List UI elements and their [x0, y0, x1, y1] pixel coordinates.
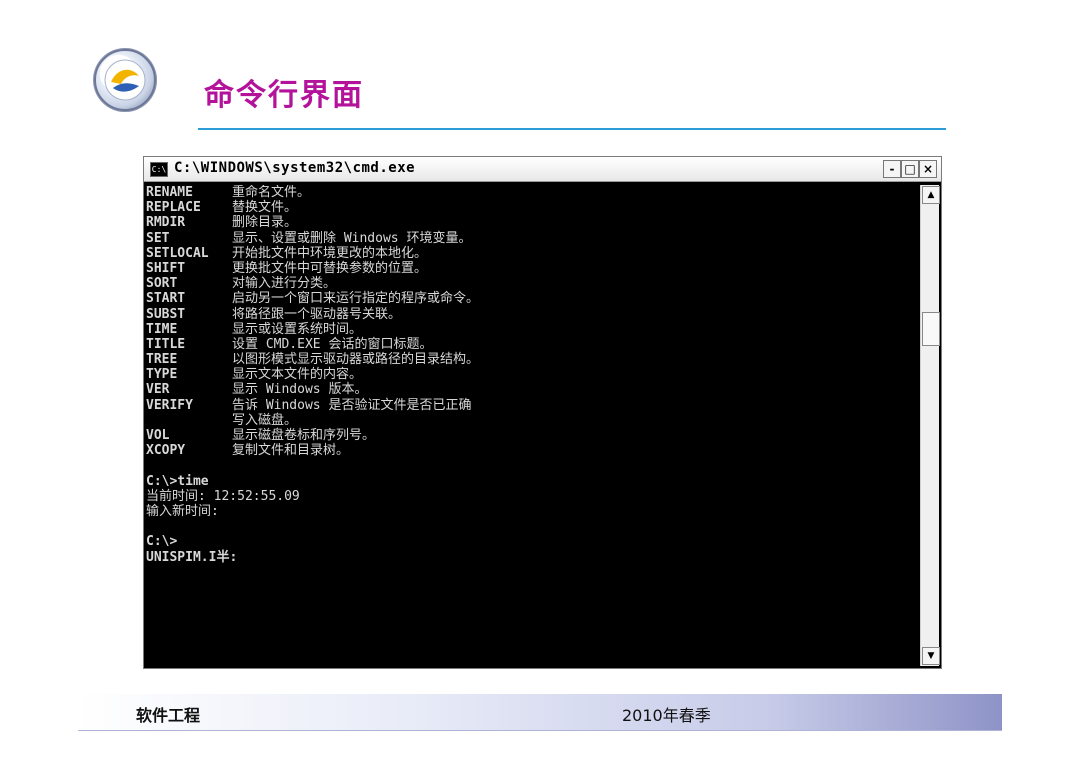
console-row: VOL 显示磁盘卷标和序列号。	[146, 428, 916, 443]
command-name: SET	[146, 230, 170, 246]
console-row: START 启动另一个窗口来运行指定的程序或命令。	[146, 291, 916, 306]
command-description: 对输入进行分类。	[232, 276, 337, 292]
command-name: VERIFY	[146, 397, 193, 413]
command-description: 写入磁盘。	[232, 412, 298, 428]
command-name: SORT	[146, 276, 178, 292]
vertical-scrollbar[interactable]: ▲ ▼	[920, 185, 940, 666]
semester-label: 2010年春季	[622, 706, 711, 725]
scroll-up-button[interactable]: ▲	[922, 186, 940, 204]
command-description: 显示磁盘卷标和序列号。	[232, 428, 376, 443]
console-input-line[interactable]: UNISPIM.I半:	[146, 550, 916, 565]
command-name: VOL	[146, 428, 170, 443]
command-description: 删除目录。	[232, 215, 298, 231]
title-divider	[198, 128, 946, 130]
command-description: 显示文本文件的内容。	[232, 367, 363, 383]
cmd-window[interactable]: C:\ C:\WINDOWS\system32\cmd.exe - □ × RE…	[143, 156, 942, 669]
console-row: SETLOCAL 开始批文件中环境更改的本地化。	[146, 246, 916, 261]
console-row: SUBST 将路径跟一个驱动器号关联。	[146, 307, 916, 322]
cmd-icon: C:\	[150, 162, 168, 177]
command-name: TREE	[146, 352, 178, 368]
command-description: 重命名文件。	[232, 185, 311, 200]
command-name: VER	[146, 382, 170, 398]
command-description: 设置 CMD.EXE 会话的窗口标题。	[232, 336, 433, 352]
command-description: 告诉 Windows 是否验证文件是否已正确	[232, 397, 472, 413]
page-title: 命令行界面	[204, 78, 364, 113]
command-description: 替换文件。	[232, 200, 298, 216]
command-name: RMDIR	[146, 215, 186, 231]
command-description: 开始批文件中环境更改的本地化。	[232, 245, 428, 261]
window-titlebar[interactable]: C:\ C:\WINDOWS\system32\cmd.exe - □ ×	[144, 157, 941, 182]
minimize-button[interactable]: -	[883, 160, 901, 178]
maximize-button[interactable]: □	[901, 160, 919, 178]
command-name: TITLE	[146, 336, 186, 352]
command-description: 显示 Windows 版本。	[232, 382, 368, 398]
command-name: SUBST	[146, 306, 186, 322]
console-row: VERIFY 告诉 Windows 是否验证文件是否已正确	[146, 398, 916, 413]
console-row: VER 显示 Windows 版本。	[146, 382, 916, 397]
command-name: SHIFT	[146, 260, 186, 276]
command-description: 将路径跟一个驱动器号关联。	[232, 306, 402, 322]
console-line: 当前时间: 12:52:55.09	[146, 488, 300, 504]
console-line: 输入新时间:	[146, 503, 219, 519]
command-name: TYPE	[146, 367, 178, 383]
console-row: 写入磁盘。	[146, 413, 916, 428]
console-line: C:\>time	[146, 473, 209, 489]
console-line: C:\>	[146, 534, 178, 550]
scroll-down-button[interactable]: ▼	[922, 647, 940, 665]
console-row: SORT 对输入进行分类。	[146, 276, 916, 291]
console-row: TREE 以图形模式显示驱动器或路径的目录结构。	[146, 352, 916, 367]
command-description: 显示、设置或删除 Windows 环境变量。	[232, 230, 472, 246]
close-button[interactable]: ×	[919, 160, 937, 178]
university-logo	[93, 48, 157, 112]
command-name: SETLOCAL	[146, 245, 209, 261]
command-name: RENAME	[146, 185, 193, 200]
scrollbar-thumb[interactable]	[922, 312, 940, 346]
command-name: XCOPY	[146, 443, 186, 459]
command-name: REPLACE	[146, 200, 201, 216]
command-description: 启动另一个窗口来运行指定的程序或命令。	[232, 291, 480, 307]
command-description: 显示或设置系统时间。	[232, 321, 363, 337]
console-row: TYPE 显示文本文件的内容。	[146, 367, 916, 382]
console-row: TIME 显示或设置系统时间。	[146, 322, 916, 337]
console-row: REPLACE 替换文件。	[146, 200, 916, 215]
command-description: 以图形模式显示驱动器或路径的目录结构。	[232, 352, 480, 368]
console-row: SET 显示、设置或删除 Windows 环境变量。	[146, 231, 916, 246]
console-row: RENAME 重命名文件。	[146, 185, 916, 200]
slide-footer: 软件工程 2010年春季	[78, 694, 1002, 731]
command-name: START	[146, 291, 186, 307]
console-output[interactable]: RENAME 重命名文件。 REPLACE 替换文件。 RMDIR 删除目录。 SET…	[146, 185, 916, 668]
console-row: TITLE 设置 CMD.EXE 会话的窗口标题。	[146, 337, 916, 352]
window-title: C:\WINDOWS\system32\cmd.exe	[174, 160, 416, 176]
logo-emblem-icon	[94, 49, 156, 111]
console-row: XCOPY 复制文件和目录树。	[146, 443, 916, 458]
console-row: SHIFT 更换批文件中可替换参数的位置。	[146, 261, 916, 276]
command-name: TIME	[146, 321, 178, 337]
command-description: 更换批文件中可替换参数的位置。	[232, 260, 428, 276]
command-description: 复制文件和目录树。	[232, 443, 350, 459]
console-row: RMDIR 删除目录。	[146, 215, 916, 230]
course-name: 软件工程	[136, 706, 201, 725]
